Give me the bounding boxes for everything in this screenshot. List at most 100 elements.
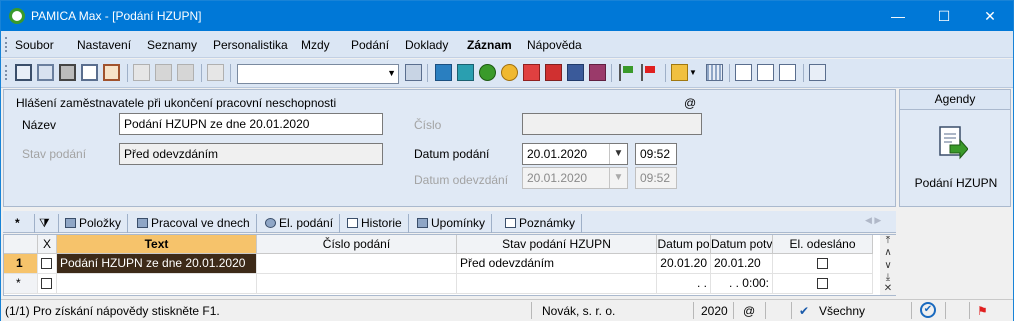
el-odeslano-checkbox[interactable]: [817, 258, 828, 269]
document-icon[interactable]: [133, 64, 150, 81]
new-row-stav-cell[interactable]: [457, 274, 657, 294]
agendy-item-podani-hzupn[interactable]: Podání HZUPN: [900, 176, 1012, 190]
row-el-cell[interactable]: [773, 254, 873, 274]
grid-header-datum-pot[interactable]: Datum potv: [711, 235, 773, 254]
new-row-el-cell[interactable]: [773, 274, 873, 294]
row-stav-cell[interactable]: Před odevzdáním: [457, 254, 657, 274]
scroll-top-icon[interactable]: ⤒: [880, 235, 896, 246]
message-blue-icon[interactable]: [567, 64, 584, 81]
save-icon[interactable]: [155, 64, 172, 81]
new-row-checkbox[interactable]: [41, 278, 52, 289]
scroll-down-icon[interactable]: ∨: [880, 259, 896, 272]
report-icon[interactable]: [779, 64, 796, 81]
delete-row-icon[interactable]: ✕: [880, 283, 896, 294]
tab-upominky[interactable]: Upomínky: [411, 214, 493, 233]
person-green-icon[interactable]: [479, 64, 496, 81]
menu-nastaveni[interactable]: Nastavení: [77, 38, 131, 52]
grid-header-stav[interactable]: Stav podání HZUPN: [457, 235, 657, 254]
scroll-up-icon[interactable]: ∧: [880, 246, 896, 259]
upload-icon[interactable]: [457, 64, 474, 81]
person-yellow-icon[interactable]: [501, 64, 518, 81]
new-row-checkbox-cell[interactable]: [38, 274, 57, 294]
export-icon[interactable]: [103, 64, 120, 81]
new-row-el-checkbox[interactable]: [817, 278, 828, 289]
grid-header-el-odeslano[interactable]: El. odesláno: [773, 235, 873, 254]
grid-scrollbar[interactable]: ⤒ ∧ ∨ ⤓ ✕: [880, 235, 896, 295]
status-flag-icon[interactable]: ⚑: [977, 304, 988, 318]
status-ok-icon[interactable]: ✔: [920, 302, 936, 318]
new-row-text-cell[interactable]: [57, 274, 257, 294]
folder-dropdown-icon[interactable]: ▼: [689, 64, 697, 81]
save-all-icon[interactable]: [177, 64, 194, 81]
email-at-icon[interactable]: @: [684, 96, 696, 110]
row-checkbox[interactable]: [41, 258, 52, 269]
menu-personalistika[interactable]: Personalistika: [213, 38, 288, 52]
list-icon[interactable]: [757, 64, 774, 81]
new-row-datum-po-cell[interactable]: . .: [657, 274, 711, 294]
row-datum-pot-cell[interactable]: 20.01.20: [711, 254, 773, 274]
mail-icon[interactable]: [435, 64, 452, 81]
main-window: PAMICA Max - [Podání HZUPN] — ☐ ✕ Soubor…: [0, 0, 1014, 321]
grid-header-x[interactable]: X: [38, 235, 57, 254]
maximize-button[interactable]: ☐: [921, 1, 967, 31]
calculator-icon[interactable]: [706, 64, 723, 81]
status-company: Novák, s. r. o.: [542, 304, 616, 318]
row-number[interactable]: 1: [4, 254, 38, 274]
tab-historie[interactable]: Historie: [341, 214, 409, 233]
menu-podani[interactable]: Podání: [351, 38, 389, 52]
new-row-cislo-cell[interactable]: [257, 274, 457, 294]
nazev-field[interactable]: Podání HZUPN ze dne 20.01.2020: [119, 113, 383, 135]
datum-podani-field[interactable]: 20.01.2020 ▼: [522, 143, 628, 165]
message-red-2-icon[interactable]: [545, 64, 562, 81]
tab-filter-icon[interactable]: ⧩: [35, 214, 59, 233]
folder-icon[interactable]: [671, 64, 688, 81]
new-record-icon[interactable]: [15, 64, 32, 81]
row-cislo-cell[interactable]: [257, 254, 457, 274]
print-icon[interactable]: [59, 64, 76, 81]
status-year[interactable]: 2020: [701, 304, 728, 318]
form-icon[interactable]: [735, 64, 752, 81]
tab-poznamky[interactable]: Poznámky: [499, 214, 583, 233]
print-preview-icon[interactable]: [81, 64, 98, 81]
tab-new-record[interactable]: *: [3, 214, 35, 233]
status-at[interactable]: @: [743, 304, 755, 318]
document-arrow-icon[interactable]: [938, 125, 968, 163]
menu-zaznam[interactable]: Záznam: [467, 38, 512, 52]
funnel-filter-icon[interactable]: [405, 64, 422, 81]
red-flag-icon[interactable]: [641, 64, 658, 81]
new-row-datum-pot-cell[interactable]: . . 0:00:: [711, 274, 773, 294]
menu-mzdy[interactable]: Mzdy: [301, 38, 330, 52]
grid-header-datum-po[interactable]: Datum po: [657, 235, 711, 254]
filter-combo[interactable]: ▼: [237, 64, 399, 84]
help-cursor-icon[interactable]: [809, 64, 826, 81]
status-check-icon[interactable]: ✔: [799, 304, 809, 318]
cislo-field[interactable]: [522, 113, 702, 135]
row-datum-po-cell[interactable]: 20.01.20: [657, 254, 711, 274]
status-filter[interactable]: Všechny: [819, 304, 865, 318]
grid-header-text[interactable]: Text: [57, 235, 257, 254]
tab-polozky[interactable]: Položky: [59, 214, 129, 233]
chevron-down-icon[interactable]: ▼: [609, 144, 627, 164]
new-row-marker[interactable]: *: [4, 274, 38, 294]
tab-scroll-arrows-icon[interactable]: ◀ ▶: [865, 215, 881, 226]
datum-podani-value: 20.01.2020: [527, 147, 588, 161]
close-button[interactable]: ✕: [967, 1, 1013, 31]
message-purple-icon[interactable]: [589, 64, 606, 81]
tab-el-podani[interactable]: El. podání: [259, 214, 341, 233]
title-bar: PAMICA Max - [Podání HZUPN] — ☐ ✕: [1, 1, 1013, 31]
row-text-cell[interactable]: Podání HZUPN ze dne 20.01.2020: [57, 254, 257, 274]
cas-podani-field[interactable]: 09:52: [635, 143, 677, 165]
green-flag-icon[interactable]: [619, 64, 636, 81]
copy-record-icon[interactable]: [37, 64, 54, 81]
minimize-button[interactable]: —: [875, 1, 921, 31]
scroll-bottom-icon[interactable]: ⤓: [880, 272, 896, 283]
menu-napoveda[interactable]: Nápověda: [527, 38, 582, 52]
menu-doklady[interactable]: Doklady: [405, 38, 448, 52]
menu-seznamy[interactable]: Seznamy: [147, 38, 197, 52]
duplicate-icon[interactable]: [207, 64, 224, 81]
menu-soubor[interactable]: Soubor: [15, 38, 54, 52]
tab-pracoval-ve-dnech[interactable]: Pracoval ve dnech: [131, 214, 257, 233]
grid-header-cislo[interactable]: Číslo podání: [257, 235, 457, 254]
message-red-icon[interactable]: [523, 64, 540, 81]
row-checkbox-cell[interactable]: [38, 254, 57, 274]
